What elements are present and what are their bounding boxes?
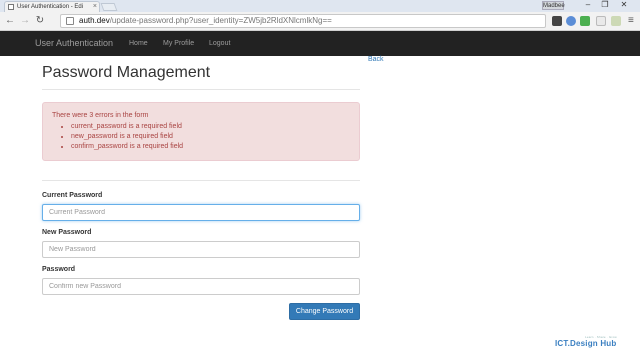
back-arrow-icon[interactable]: ← [4,15,16,27]
extension-icon[interactable] [596,16,606,26]
browser-tab[interactable]: User Authentication - Edi × [4,1,100,12]
extension-icon[interactable] [566,16,576,26]
error-item: confirm_password is a required field [71,142,350,152]
new-password-label: New Password [42,229,92,236]
tab-strip: User Authentication - Edi × Madbee – ❐ ✕ [0,0,640,12]
nav-link-my-profile[interactable]: My Profile [163,31,194,56]
app-navbar: User Authentication Home My Profile Logo… [0,31,640,56]
back-link[interactable]: Back [368,56,384,63]
reload-icon[interactable]: ↻ [34,15,46,27]
error-alert: There were 3 errors in the form current_… [42,102,360,161]
change-password-button[interactable]: Change Password [289,303,360,320]
header-divider [42,89,360,90]
form-divider [42,180,360,181]
minimize-icon[interactable]: – [580,0,596,10]
page-info-icon[interactable] [66,17,74,25]
url-host: auth.dev [79,16,110,25]
watermark-text: ICT.Design Hub [555,339,617,348]
window-close-icon[interactable]: ✕ [616,0,632,10]
confirm-password-label: Password [42,266,76,273]
browser-chrome: User Authentication - Edi × Madbee – ❐ ✕… [0,0,640,31]
navbar-brand[interactable]: User Authentication [35,31,113,56]
new-password-input[interactable] [42,241,360,258]
tab-title: User Authentication - Edi [17,4,84,10]
extension-icon[interactable] [580,16,590,26]
nav-link-home[interactable]: Home [129,31,148,56]
new-tab-button[interactable] [100,3,118,11]
page-title: Password Management [42,64,211,81]
current-password-label: Current Password [42,192,103,199]
restore-icon[interactable]: ❐ [597,0,613,10]
profile-badge[interactable]: Madbee [542,1,565,10]
tab-close-icon[interactable]: × [93,2,97,12]
extension-icon[interactable] [611,16,621,26]
page-favicon-icon [8,4,14,10]
current-password-input[interactable] [42,204,360,221]
alert-heading: There were 3 errors in the form [52,112,149,119]
watermark-logo: ICT.Design Hub Learn . Share . Grow [555,335,617,348]
error-item: current_password is a required field [71,122,350,132]
confirm-password-input[interactable] [42,278,360,295]
error-item: new_password is a required field [71,132,350,142]
extension-icon[interactable] [552,16,562,26]
watermark-tagline: Learn . Share . Grow [585,335,617,339]
nav-link-logout[interactable]: Logout [209,31,230,56]
error-list: current_password is a required field new… [52,122,350,152]
url-path: /update-password.php?user_identity=ZW5jb… [109,16,332,25]
address-bar[interactable]: auth.dev/update-password.php?user_identi… [60,14,546,28]
browser-toolbar: ← → ↻ auth.dev/update-password.php?user_… [0,12,640,31]
browser-menu-icon[interactable]: ≡ [628,15,634,27]
forward-arrow-icon[interactable]: → [19,15,31,27]
